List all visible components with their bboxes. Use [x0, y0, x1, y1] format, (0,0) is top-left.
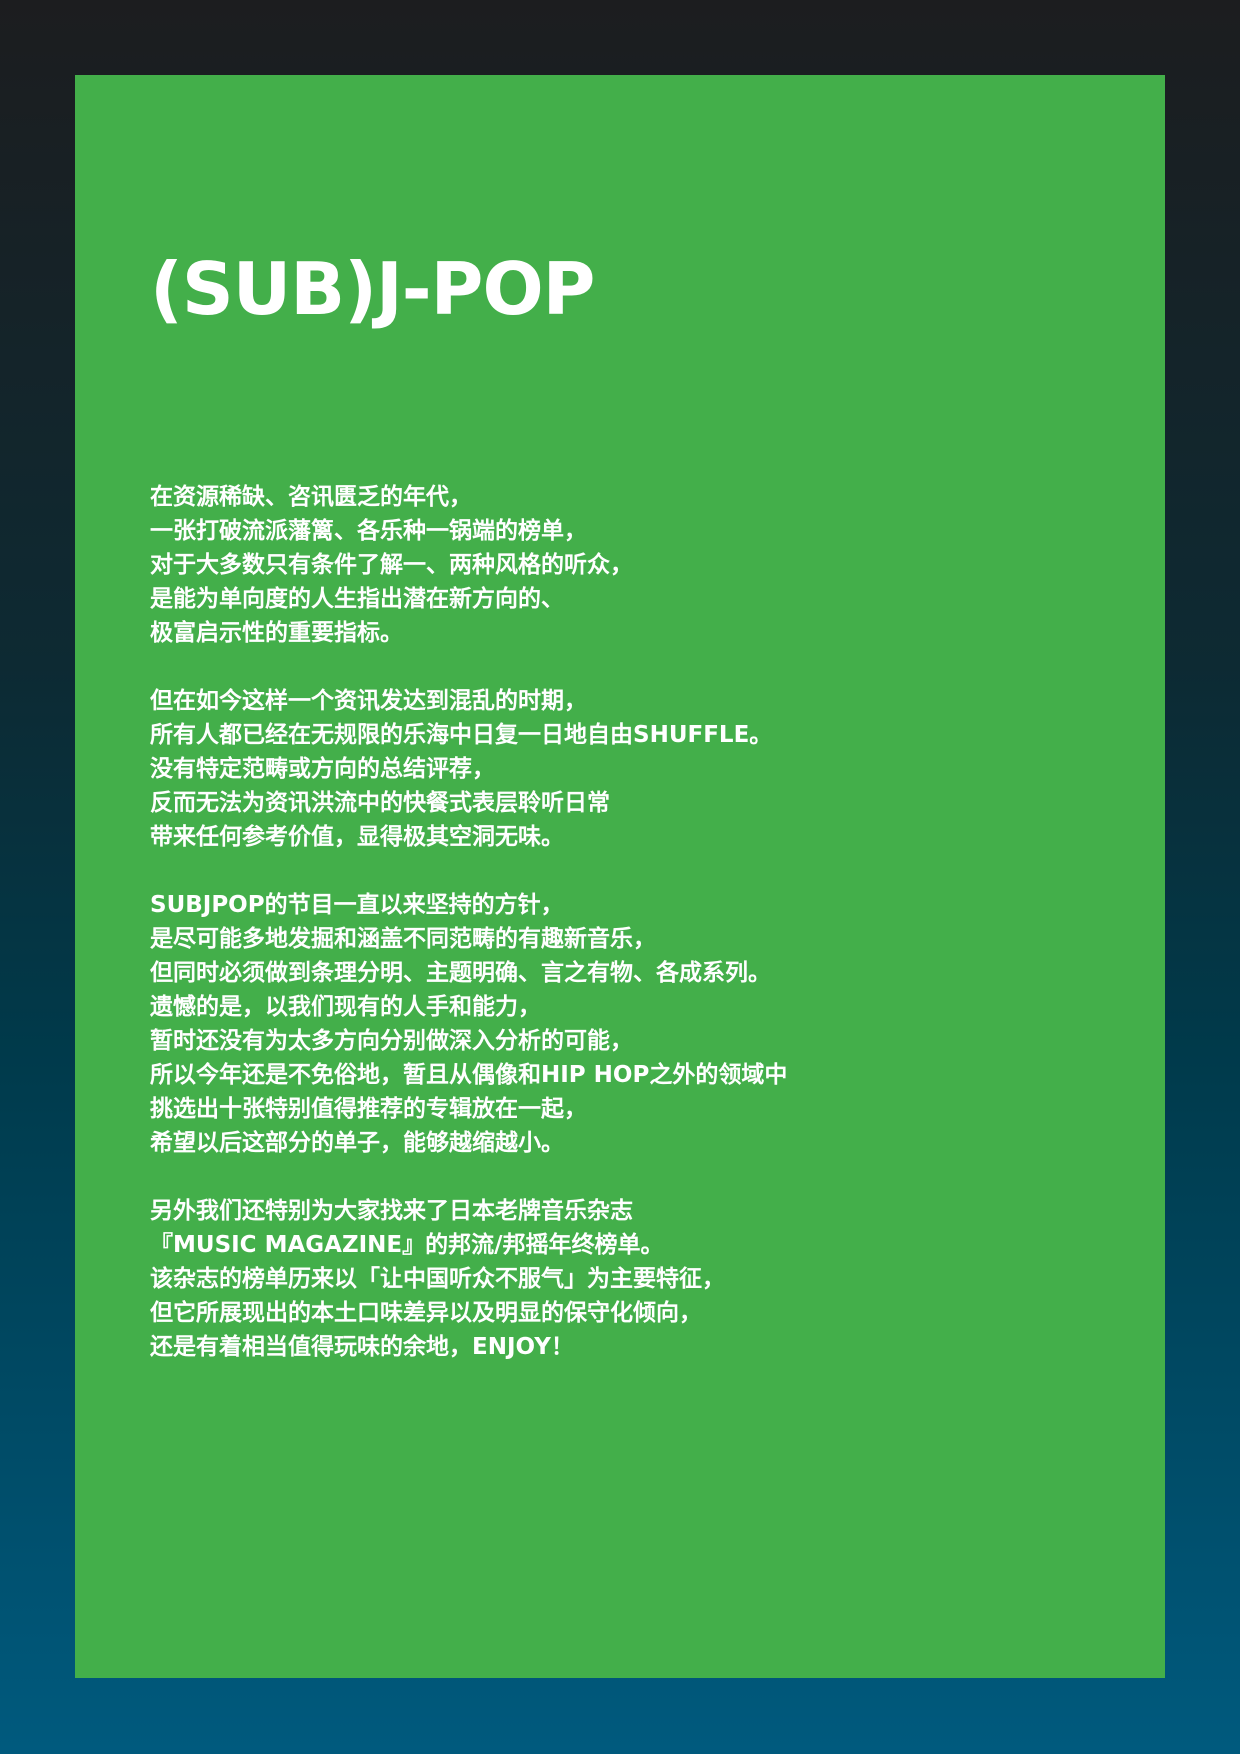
page-title: (SUB)J-POP: [150, 247, 595, 331]
paragraph-2: 但在如今这样一个资讯发达到混乱的时期， 所有人都已经在无规限的乐海中日复一日地自由…: [150, 684, 1110, 854]
text-line: 但同时必须做到条理分明、主题明确、言之有物、各成系列。: [150, 960, 771, 986]
text-line: 但在如今这样一个资讯发达到混乱的时期，: [150, 688, 587, 714]
body-text: 在资源稀缺、咨讯匮乏的年代， 一张打破流派藩篱、各乐种一锅端的榜单， 对于大多数只有…: [150, 480, 1110, 1398]
green-panel: (SUB)J-POP 在资源稀缺、咨讯匮乏的年代， 一张打破流派藩篱、各乐种一锅端…: [75, 75, 1165, 1678]
text-line: 但它所展现出的本土口味差异以及明显的保守化倾向，: [150, 1300, 702, 1326]
text-line: 希望以后这部分的单子，能够越缩越小。: [150, 1130, 564, 1156]
text-line: 遗憾的是，以我们现有的人手和能力，: [150, 994, 541, 1020]
text-line: 反而无法为资讯洪流中的快餐式表层聆听日常: [150, 790, 610, 816]
paragraph-1: 在资源稀缺、咨讯匮乏的年代， 一张打破流派藩篱、各乐种一锅端的榜单， 对于大多数只有…: [150, 480, 1110, 650]
text-line: SUBJPOP的节目一直以来坚持的方针，: [150, 892, 564, 918]
paragraph-4: 另外我们还特别为大家找来了日本老牌音乐杂志『MUSIC MAGAZINE』的邦流…: [150, 1194, 1110, 1364]
text-line: 暂时还没有为太多方向分别做深入分析的可能，: [150, 1028, 633, 1054]
text-line: 极富启示性的重要指标。: [150, 620, 403, 646]
text-line: 该杂志的榜单历来以「让中国听众不服气」为主要特征，: [150, 1266, 725, 1292]
text-line: 还是有着相当值得玩味的余地，ENJOY！: [150, 1334, 574, 1360]
text-line: 所以今年还是不免俗地，暂且从偶像和HIP HOP之外的领域中: [150, 1062, 788, 1088]
text-line: 一张打破流派藩篱、各乐种一锅端的榜单，: [150, 518, 587, 544]
text-line: 是能为单向度的人生指出潜在新方向的、: [150, 586, 564, 612]
paragraph-3: SUBJPOP的节目一直以来坚持的方针， 是尽可能多地发掘和涵盖不同范畴的有趣新音…: [150, 888, 1110, 1160]
text-line: 没有特定范畴或方向的总结评荐，: [150, 756, 495, 782]
text-line: 『MUSIC MAGAZINE』的邦流/邦摇年终榜单。: [150, 1232, 664, 1258]
text-line: 挑选出十张特别值得推荐的专辑放在一起，: [150, 1096, 587, 1122]
text-line: 是尽可能多地发掘和涵盖不同范畴的有趣新音乐，: [150, 926, 656, 952]
text-line: 所有人都已经在无规限的乐海中日复一日地自由SHUFFLE。: [150, 722, 773, 748]
text-line: 另外我们还特别为大家找来了日本老牌音乐杂志: [150, 1198, 633, 1224]
text-line: 带来任何参考价值，显得极其空洞无味。: [150, 824, 564, 850]
text-line: 对于大多数只有条件了解一、两种风格的听众，: [150, 552, 633, 578]
text-line: 在资源稀缺、咨讯匮乏的年代，: [150, 484, 472, 510]
